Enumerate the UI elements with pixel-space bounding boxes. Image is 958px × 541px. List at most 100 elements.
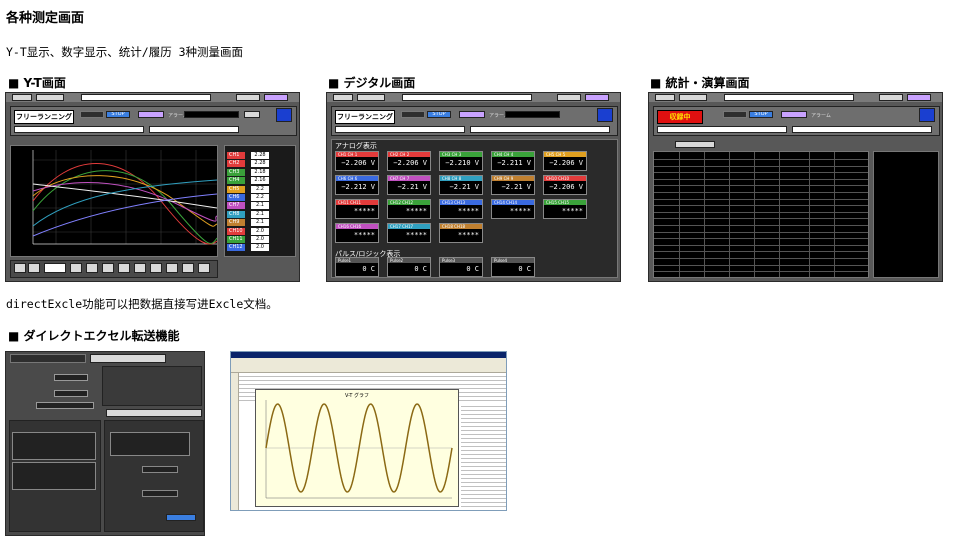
- program-button[interactable]: [879, 94, 903, 101]
- pulse-value: 0 C: [362, 265, 375, 273]
- result-button[interactable]: [675, 141, 715, 148]
- channel-value: 2.1: [251, 210, 269, 218]
- tool-button[interactable]: [134, 263, 146, 273]
- channel-row[interactable]: CH9 2.1: [227, 219, 293, 227]
- excel-sine-wave: [265, 400, 453, 499]
- channel-row[interactable]: CH6 2.2: [227, 194, 293, 201]
- tile-value: *****: [561, 207, 583, 215]
- tool-button[interactable]: [70, 263, 82, 273]
- trigger-button[interactable]: [459, 111, 485, 118]
- count-field[interactable]: [54, 390, 88, 397]
- program-button[interactable]: [557, 94, 581, 101]
- tool-button[interactable]: [14, 263, 26, 273]
- menu-button[interactable]: [36, 94, 64, 101]
- channel-value: 2.1: [251, 202, 269, 210]
- disk-indicator: [276, 108, 292, 122]
- stats-grid-line: [654, 192, 868, 193]
- report-settings-tab[interactable]: [10, 354, 86, 363]
- channel-row[interactable]: CH5 2.2: [227, 185, 293, 193]
- menu-button[interactable]: [655, 94, 675, 101]
- yt-waveform: [32, 150, 218, 245]
- digital-tile: CH15 CH15 *****: [543, 199, 587, 219]
- channel-value: 2.2: [251, 194, 269, 201]
- digital-tile: CH17 CH17 *****: [387, 223, 431, 243]
- pulse-tile: Pulse4 0 C: [491, 257, 535, 277]
- tool-button[interactable]: [102, 263, 114, 273]
- stop-button[interactable]: STOP: [427, 111, 451, 118]
- time-field: [335, 126, 465, 133]
- channel-row[interactable]: CH11 2.0: [227, 236, 293, 243]
- stats-grid-line: [654, 271, 868, 273]
- apply-button[interactable]: [166, 514, 196, 521]
- start-button[interactable]: [723, 111, 747, 118]
- trigger-button[interactable]: [781, 111, 807, 118]
- excel-chart: V-T グラフ: [255, 389, 459, 507]
- stats-screenshot: 収録中 STOP アラーム: [648, 92, 943, 282]
- excel-template-path-field[interactable]: [110, 432, 190, 456]
- tool-button[interactable]: [118, 263, 130, 273]
- tool-button[interactable]: [150, 263, 162, 273]
- program-button[interactable]: [236, 94, 260, 101]
- stats-grid-line: [654, 178, 868, 180]
- channel-row[interactable]: CH2 2.28: [227, 160, 293, 168]
- digital-tile: CH10 CH10 −2.206 V: [543, 175, 587, 195]
- channel-row[interactable]: CH10 2.0: [227, 227, 293, 235]
- digital-tile: CH8 CH 8 −2.21 V: [439, 175, 483, 195]
- digital-tile: CH12 CH12 *****: [387, 199, 431, 219]
- tool-button[interactable]: [28, 263, 40, 273]
- stats-grid-line: [704, 152, 705, 277]
- format-field[interactable]: [36, 402, 94, 409]
- channel-value: 2.1: [251, 219, 269, 227]
- tile-value: *****: [405, 207, 427, 215]
- channel-value: 2.16: [251, 177, 269, 185]
- stats-grid-line: [654, 198, 868, 200]
- csv-path-field[interactable]: [12, 432, 96, 460]
- excel-chart-title: V-T グラフ: [344, 393, 370, 399]
- channel-row[interactable]: CH3 2.18: [227, 168, 293, 176]
- csv-path-field-2[interactable]: [12, 462, 96, 490]
- digital-tile: CH2 CH 2 −2.206 V: [387, 151, 431, 171]
- channel-name: CH12: [229, 244, 243, 251]
- help-button[interactable]: [264, 94, 288, 101]
- menu-button[interactable]: [357, 94, 385, 101]
- ch-button[interactable]: [244, 111, 260, 118]
- digital-tile: CH7 CH 7 −2.21 V: [387, 175, 431, 195]
- channel-row[interactable]: CH12 2.0: [227, 244, 293, 252]
- channel-row[interactable]: CH7 2.1: [227, 202, 293, 210]
- tile-value: *****: [353, 207, 375, 215]
- channel-row[interactable]: CH1 2.28: [227, 152, 293, 159]
- section-excel-heading: ■ ダイレクトエクセル転送機能: [8, 329, 180, 343]
- channel-row[interactable]: CH8 2.1: [227, 210, 293, 218]
- tool-button[interactable]: [182, 263, 194, 273]
- menu-button[interactable]: [679, 94, 707, 101]
- tile-value: −2.212 V: [341, 183, 375, 191]
- trigger-button[interactable]: [138, 111, 164, 118]
- interval-field[interactable]: [54, 374, 88, 381]
- start-button[interactable]: [401, 111, 425, 118]
- excel-template-button[interactable]: [106, 409, 202, 417]
- tool-button[interactable]: [86, 263, 98, 273]
- start-button[interactable]: [80, 111, 104, 118]
- channel-name: CH4: [229, 177, 240, 184]
- stop-button[interactable]: STOP: [106, 111, 130, 118]
- channel-row[interactable]: CH4 2.16: [227, 177, 293, 185]
- disk-indicator: [919, 108, 935, 122]
- sheet-field[interactable]: [142, 466, 178, 473]
- sheet-field-2[interactable]: [142, 490, 178, 497]
- digital-tile: CH6 CH 6 −2.212 V: [335, 175, 379, 195]
- menu-button[interactable]: [12, 94, 32, 101]
- help-button[interactable]: [907, 94, 931, 101]
- stats-grid-line: [654, 244, 868, 246]
- tool-button[interactable]: [198, 263, 210, 273]
- stop-button[interactable]: STOP: [749, 111, 773, 118]
- stats-grid-line: [654, 264, 868, 266]
- help-button[interactable]: [585, 94, 609, 101]
- report-file-tab[interactable]: [90, 354, 166, 363]
- timebase-field[interactable]: [44, 263, 66, 273]
- tool-button[interactable]: [166, 263, 178, 273]
- digital-tile: CH3 CH 3 −2.210 V: [439, 151, 483, 171]
- menu-button[interactable]: [333, 94, 353, 101]
- excel-toolbar: [231, 358, 506, 373]
- tile-value: *****: [457, 207, 479, 215]
- alarm-history-table: [873, 151, 939, 278]
